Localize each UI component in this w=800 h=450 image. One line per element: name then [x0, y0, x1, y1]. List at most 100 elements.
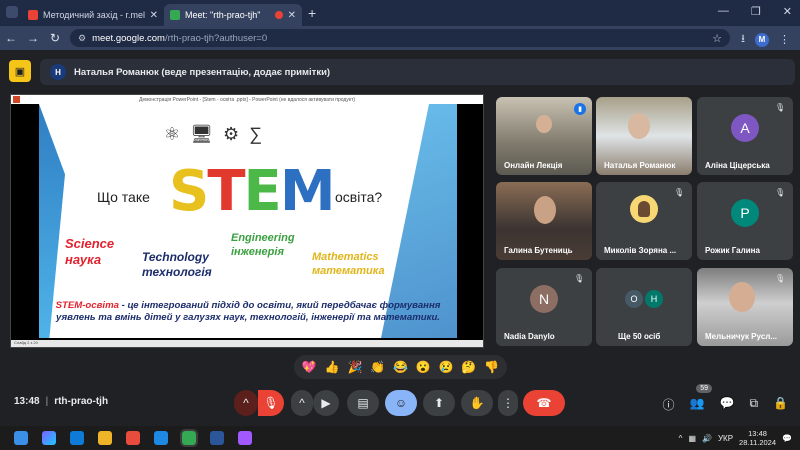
mic-toggle-button[interactable]: 🎙: [258, 390, 284, 416]
reaction-heart[interactable]: 💖: [302, 360, 317, 374]
stem-letter-t: T: [207, 159, 245, 224]
back-icon[interactable]: ←: [0, 31, 22, 45]
forward-icon[interactable]: →: [22, 31, 44, 45]
separator: |: [45, 396, 49, 407]
atom-icon: ⚛: [164, 124, 181, 144]
os-taskbar: ^ ▦ 🔊 УКР 13:48 28.11.2024 💬: [0, 426, 800, 450]
mic-off-icon: 🎙: [674, 188, 685, 197]
participant-tile[interactable]: 🎙 A Аліна Ціцерська: [697, 97, 793, 175]
participant-tile[interactable]: 🎙 P Рожик Галина: [697, 182, 793, 260]
participant-tile[interactable]: 🎙 Мельничук Русл...: [697, 268, 793, 346]
participant-avatar: [630, 194, 658, 223]
powerpoint-icon: [13, 96, 20, 103]
address-bar: ← → ↻ ⚙ meet.google.com/rth-prao-tjh?aut…: [0, 26, 800, 50]
maximize-icon[interactable]: ❐: [751, 5, 761, 18]
copilot-icon[interactable]: [42, 431, 56, 445]
reaction-sad[interactable]: 😢: [439, 360, 454, 374]
participant-name: Онлайн Лекція: [504, 161, 563, 170]
participant-tile[interactable]: 🎙 N Nadia Danylo: [496, 268, 592, 346]
mic-off-icon: 🎙: [775, 274, 786, 283]
more-options-button[interactable]: ⋮: [498, 390, 518, 416]
reaction-thumbs-down[interactable]: 👎: [484, 360, 499, 374]
present-to-all-icon[interactable]: ▣: [9, 60, 31, 82]
leave-call-button[interactable]: ☎: [523, 390, 565, 416]
url-host: meet.google.com: [92, 32, 165, 44]
tab-search-icon[interactable]: [6, 6, 18, 18]
present-button[interactable]: ⬆: [423, 390, 455, 416]
raise-hand-button[interactable]: ✋: [461, 390, 493, 416]
meeting-time: 13:48: [14, 396, 40, 407]
activities-icon[interactable]: ⧉: [749, 396, 758, 413]
more-vert-icon: ⋮: [502, 396, 514, 410]
participant-count-badge: 59: [696, 384, 712, 393]
reaction-party[interactable]: 🎉: [347, 360, 362, 374]
url-input[interactable]: ⚙ meet.google.com/rth-prao-tjh?authuser=…: [70, 29, 730, 47]
video-options-button[interactable]: ^: [291, 390, 313, 416]
mathematics-ua: математика: [312, 265, 385, 277]
shared-screen[interactable]: Демонстрація PowerPoint - [Stem - освіта…: [10, 94, 484, 348]
start-icon[interactable]: [14, 431, 28, 445]
chat-icon[interactable]: 💬: [720, 396, 735, 413]
network-icon[interactable]: ▦: [688, 434, 696, 443]
viber-icon[interactable]: [238, 431, 252, 445]
participant-tile[interactable]: ▮ Онлайн Лекція: [496, 97, 592, 175]
tab-meet[interactable]: Meet: "rth-prao-tjh" ✕: [164, 4, 302, 26]
reload-icon[interactable]: ↻: [44, 31, 66, 45]
captions-button[interactable]: ▤: [347, 390, 379, 416]
store-icon[interactable]: [126, 431, 140, 445]
chevron-up-icon: ^: [299, 396, 305, 410]
mic-off-icon: 🎙: [775, 188, 786, 197]
edge-icon[interactable]: [70, 431, 84, 445]
info-icon[interactable]: ⓘ: [663, 396, 675, 413]
side-panel-buttons: ⓘ 👥 💬 ⧉ 🔒: [663, 396, 788, 413]
participant-video: [628, 113, 650, 139]
window-controls: — ❐ ✕: [718, 5, 792, 18]
close-window-icon[interactable]: ✕: [783, 5, 792, 18]
minimize-icon[interactable]: —: [718, 5, 729, 18]
word-icon[interactable]: [210, 431, 224, 445]
mail-icon[interactable]: [154, 431, 168, 445]
participant-avatar: N: [530, 285, 558, 314]
technology-label: Technology технологія: [142, 250, 212, 280]
notifications-icon[interactable]: 💬: [782, 434, 792, 443]
reaction-surprised[interactable]: 😮: [416, 360, 431, 374]
profile-avatar[interactable]: M: [755, 32, 769, 47]
menu-icon[interactable]: ⋮: [779, 33, 790, 46]
participant-tile[interactable]: Наталья Романюк: [596, 97, 692, 175]
stem-letter-m: M: [279, 159, 336, 224]
stem-letter-s: S: [169, 159, 209, 224]
presenter-chip[interactable]: Н Наталья Романюк (веде презентацію, дод…: [40, 59, 795, 85]
chrome-icon[interactable]: [180, 429, 198, 447]
reactions-button[interactable]: ☺: [385, 390, 417, 416]
file-explorer-icon[interactable]: [98, 431, 112, 445]
system-tray: ^ ▦ 🔊 УКР 13:48 28.11.2024 💬: [679, 429, 792, 447]
reaction-clap[interactable]: 👏: [370, 360, 385, 374]
reaction-thumbs-up[interactable]: 👍: [325, 360, 340, 374]
close-tab-icon[interactable]: ✕: [150, 10, 158, 21]
tab-methodical[interactable]: Методичний захід - r.melnychu ✕: [22, 4, 164, 26]
bookmark-star-icon[interactable]: ☆: [712, 32, 722, 45]
science-label: Science наука: [65, 236, 114, 268]
computer-icon: 🖥: [190, 124, 213, 144]
host-controls-icon[interactable]: 🔒: [773, 396, 788, 413]
participant-tile[interactable]: Галина Бутениць: [496, 182, 592, 260]
participant-tile[interactable]: 🎙 Миколів Зоряна ...: [596, 182, 692, 260]
clock[interactable]: 13:48 28.11.2024: [739, 429, 776, 447]
site-info-icon[interactable]: ⚙: [78, 33, 86, 44]
engineering-label: Engineering інженерія: [231, 231, 295, 259]
new-tab-icon[interactable]: +: [308, 5, 316, 21]
volume-icon[interactable]: 🔊: [702, 434, 712, 443]
people-icon[interactable]: 👥: [690, 396, 705, 413]
reaction-thinking[interactable]: 🤔: [461, 360, 476, 374]
download-icon[interactable]: ⭳: [741, 30, 745, 49]
hand-icon: ✋: [469, 396, 485, 410]
clock-date: 28.11.2024: [739, 438, 777, 447]
more-participants-tile[interactable]: O H Ще 50 осіб: [596, 268, 692, 346]
reaction-laugh[interactable]: 😂: [393, 360, 408, 374]
audio-options-button[interactable]: ^: [234, 390, 258, 416]
close-tab-icon[interactable]: ✕: [288, 10, 296, 21]
language-indicator[interactable]: УКР: [718, 434, 733, 443]
tray-chevron-icon[interactable]: ^: [679, 434, 683, 443]
more-participants-label: Ще 50 осіб: [618, 332, 661, 341]
camera-toggle-button[interactable]: ▶: [313, 390, 339, 416]
